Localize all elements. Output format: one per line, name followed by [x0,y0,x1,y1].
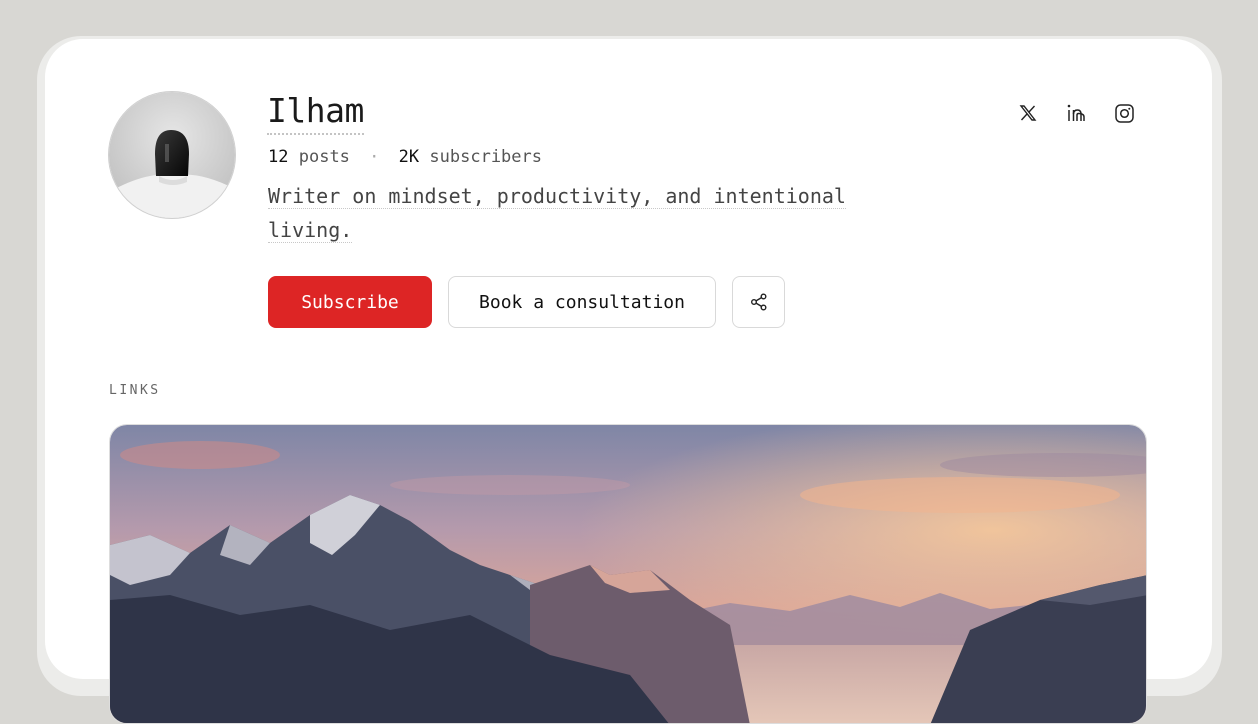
bio-text: Writer on mindset, productivity, and int… [268,184,846,243]
subscribers-label: subscribers [429,147,542,167]
posts-count: 12 [268,147,289,167]
avatar [108,91,236,219]
subscribe-button[interactable]: Subscribe [268,276,432,328]
linkedin-icon [1067,104,1085,121]
mountain-landscape-image [110,425,1146,723]
stats-separator: · [369,147,380,167]
social-links [1015,100,1137,126]
profile-card: Ilham 12 posts · 2K subscribers Writer o… [45,39,1212,724]
profile-name[interactable]: Ilham [267,89,364,135]
x-icon [1019,105,1037,121]
instagram-icon [1114,103,1134,123]
share-button[interactable] [732,276,785,328]
links-section-label: LINKS [109,383,161,398]
instagram-link[interactable] [1111,100,1137,126]
profile-stats: 12 posts · 2K subscribers [268,145,542,169]
link-banner[interactable] [109,424,1147,724]
share-icon [750,293,766,311]
book-consultation-button[interactable]: Book a consultation [448,276,716,328]
subscribers-count: 2K [398,147,420,167]
x-link[interactable] [1015,100,1041,126]
linkedin-link[interactable] [1063,100,1089,126]
profile-bio[interactable]: Writer on mindset, productivity, and int… [268,179,868,247]
posts-label: posts [298,147,350,167]
